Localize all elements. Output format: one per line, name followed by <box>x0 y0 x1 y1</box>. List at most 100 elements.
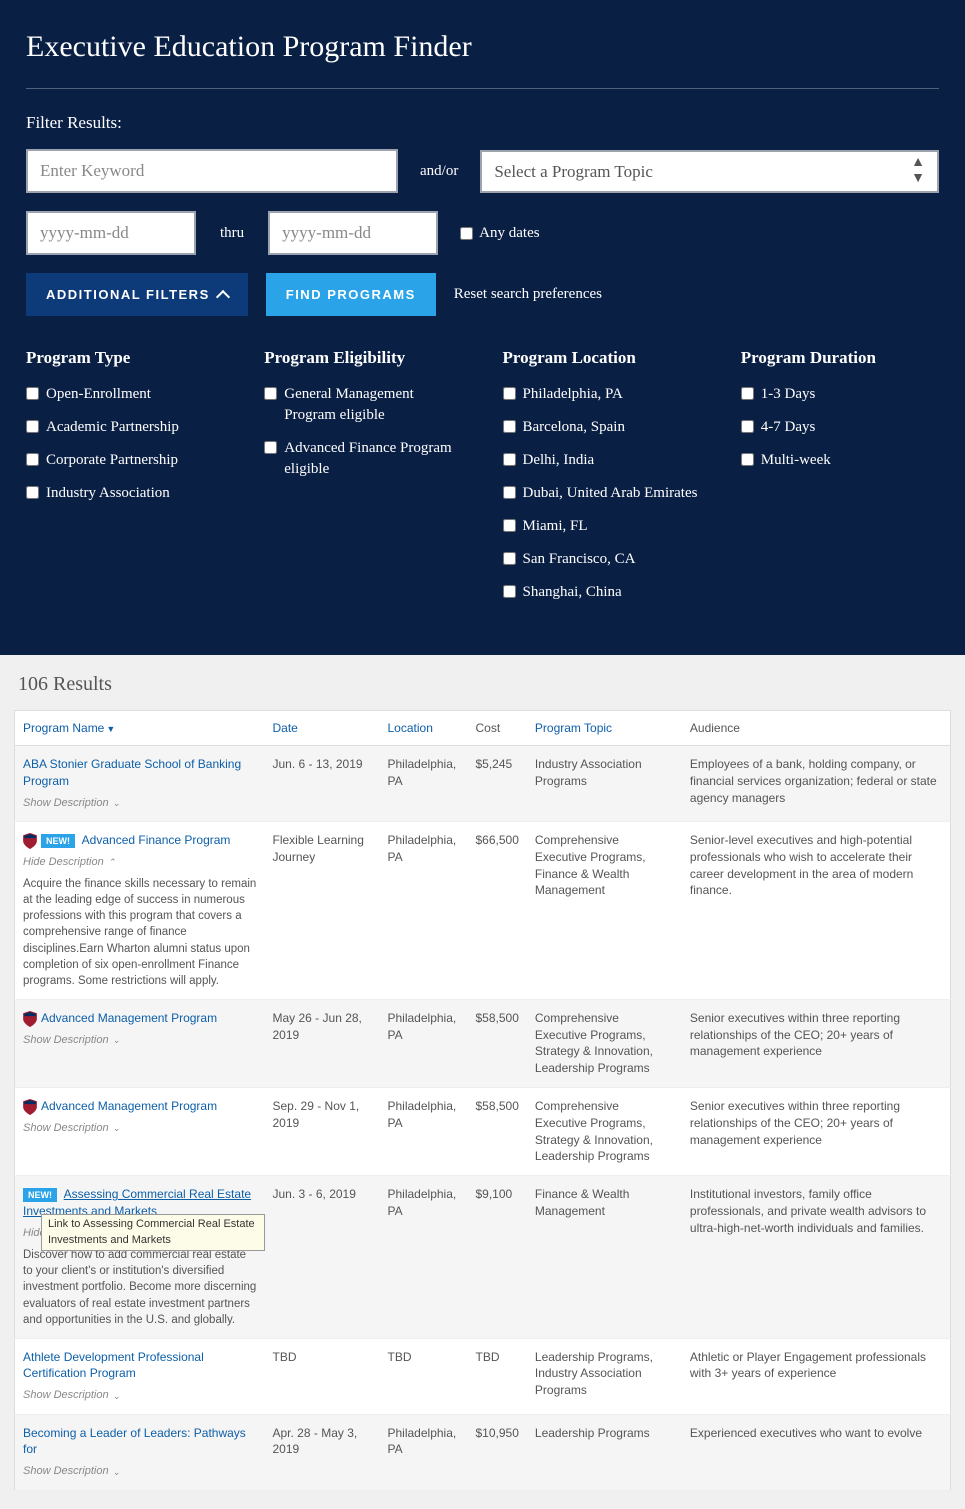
show-description-toggle[interactable]: Show Description ⌄ <box>23 1121 257 1136</box>
program-link[interactable]: Athlete Development Professional Certifi… <box>23 1350 204 1381</box>
caret-down-icon: ⌄ <box>113 1466 121 1479</box>
any-dates-checkbox[interactable] <box>460 227 473 240</box>
filter-checkbox-item[interactable]: 4-7 Days <box>741 417 939 438</box>
cell-audience: Experienced executives who want to evolv… <box>682 1414 951 1490</box>
filter-checkbox[interactable] <box>503 420 516 433</box>
filter-checkbox-item[interactable]: Philadelphia, PA <box>503 384 701 405</box>
filter-checkbox-item[interactable]: Corporate Partnership <box>26 450 224 471</box>
shield-icon <box>23 1099 37 1115</box>
sort-caret-icon: ▼ <box>106 724 115 734</box>
results-count: 106 Results <box>14 673 951 696</box>
program-description: Discover how to add commercial real esta… <box>23 1247 257 1327</box>
caret-down-icon: ⌄ <box>113 1034 121 1047</box>
program-link[interactable]: Becoming a Leader of Leaders: Pathways f… <box>23 1426 246 1457</box>
filter-checkbox[interactable] <box>264 387 277 400</box>
table-row: Becoming a Leader of Leaders: Pathways f… <box>15 1414 951 1490</box>
program-link[interactable]: ABA Stonier Graduate School of Banking P… <box>23 757 241 788</box>
cell-location: Philadelphia, PA <box>380 746 468 822</box>
cell-location: Philadelphia, PA <box>380 1088 468 1176</box>
filter-checkbox-item[interactable]: Advanced Finance Program eligible <box>264 438 462 480</box>
filter-checkbox[interactable] <box>26 486 39 499</box>
show-description-toggle[interactable]: Show Description ⌄ <box>23 1033 257 1048</box>
filter-checkbox-item[interactable]: Delhi, India <box>503 450 701 471</box>
cell-date: Flexible Learning Journey <box>265 821 380 999</box>
header-topic[interactable]: Program Topic <box>527 711 682 746</box>
page-title: Executive Education Program Finder <box>26 30 939 64</box>
filter-checkbox[interactable] <box>741 387 754 400</box>
show-description-toggle[interactable]: Show Description ⌄ <box>23 1388 257 1403</box>
cell-topic: Finance & Wealth Management <box>527 1176 682 1338</box>
additional-filters-button[interactable]: ADDITIONAL FILTERS <box>26 273 248 316</box>
find-programs-button[interactable]: FIND PROGRAMS <box>266 273 436 316</box>
cell-topic: Leadership Programs <box>527 1414 682 1490</box>
cell-audience: Senior executives within three reporting… <box>682 1088 951 1176</box>
cell-cost: $10,950 <box>468 1414 527 1490</box>
cell-date: TBD <box>265 1338 380 1414</box>
program-link[interactable]: Advanced Finance Program <box>82 833 231 847</box>
filter-checkbox-label: Advanced Finance Program eligible <box>284 438 462 480</box>
cell-topic: Comprehensive Executive Programs, Strate… <box>527 1088 682 1176</box>
filter-group-dur: Program Duration 1-3 Days 4-7 Days Multi-we… <box>741 348 939 615</box>
andor-label: and/or <box>410 163 468 180</box>
program-topic-select[interactable]: Select a Program Topic <box>480 150 939 193</box>
header-date[interactable]: Date <box>265 711 380 746</box>
program-link[interactable]: Advanced Management Program <box>41 1011 217 1025</box>
filter-checkbox[interactable] <box>503 486 516 499</box>
filter-checkbox-item[interactable]: Industry Association <box>26 483 224 504</box>
shield-icon <box>23 1011 37 1027</box>
cell-audience: Institutional investors, family office p… <box>682 1176 951 1338</box>
filter-checkbox-item[interactable]: Barcelona, Spain <box>503 417 701 438</box>
program-description: Acquire the finance skills necessary to … <box>23 876 257 989</box>
cell-topic: Industry Association Programs <box>527 746 682 822</box>
cell-audience: Athletic or Player Engagement profession… <box>682 1338 951 1414</box>
cell-topic: Comprehensive Executive Programs, Financ… <box>527 821 682 999</box>
filter-checkbox[interactable] <box>26 387 39 400</box>
caret-down-icon: ⌄ <box>113 1390 121 1403</box>
filter-group-title: Program Duration <box>741 348 939 368</box>
hide-description-toggle[interactable]: Hide Description ⌃ <box>23 855 257 870</box>
new-badge: NEW! <box>41 834 75 848</box>
filter-checkbox[interactable] <box>26 453 39 466</box>
any-dates-checkbox-wrap[interactable]: Any dates <box>460 225 539 242</box>
filter-checkbox-item[interactable]: Open-Enrollment <box>26 384 224 405</box>
cell-date: Jun. 3 - 6, 2019 <box>265 1176 380 1338</box>
header-program-name[interactable]: Program Name▼ <box>15 711 265 746</box>
filter-checkbox[interactable] <box>26 420 39 433</box>
new-badge: NEW! <box>23 1188 57 1202</box>
filter-checkbox[interactable] <box>741 420 754 433</box>
show-description-toggle[interactable]: Show Description ⌄ <box>23 796 257 811</box>
filter-checkbox[interactable] <box>503 585 516 598</box>
chevron-up-icon <box>216 289 230 303</box>
table-row: Athlete Development Professional Certifi… <box>15 1338 951 1414</box>
filter-checkbox-item[interactable]: San Francisco, CA <box>503 549 701 570</box>
filter-checkbox[interactable] <box>503 519 516 532</box>
cell-location: Philadelphia, PA <box>380 1176 468 1338</box>
link-tooltip: Link to Assessing Commercial Real Estate… <box>41 1214 265 1251</box>
filter-checkbox-item[interactable]: 1-3 Days <box>741 384 939 405</box>
reset-link[interactable]: Reset search preferences <box>454 286 602 303</box>
date-from-input[interactable] <box>26 211 196 255</box>
filter-checkbox-item[interactable]: Academic Partnership <box>26 417 224 438</box>
filter-checkbox[interactable] <box>503 387 516 400</box>
filter-checkbox-item[interactable]: Multi-week <box>741 450 939 471</box>
results-table: Program Name▼ Date Location Cost Program… <box>14 710 951 1491</box>
filter-checkbox-label: Corporate Partnership <box>46 450 178 471</box>
keyword-input[interactable] <box>26 149 398 193</box>
filter-checkbox-item[interactable]: Miami, FL <box>503 516 701 537</box>
filter-checkbox-item[interactable]: Dubai, United Arab Emirates <box>503 483 701 504</box>
show-description-toggle[interactable]: Show Description ⌄ <box>23 1464 257 1479</box>
filter-checkbox-item[interactable]: General Management Program eligible <box>264 384 462 426</box>
filter-checkbox[interactable] <box>264 441 277 454</box>
filter-checkbox-item[interactable]: Shanghai, China <box>503 582 701 603</box>
date-to-input[interactable] <box>268 211 438 255</box>
program-link[interactable]: Advanced Management Program <box>41 1099 217 1113</box>
cell-topic: Comprehensive Executive Programs, Strate… <box>527 999 682 1087</box>
filter-checkbox-label: Open-Enrollment <box>46 384 151 405</box>
header-location[interactable]: Location <box>380 711 468 746</box>
cell-cost: $58,500 <box>468 999 527 1087</box>
filter-checkbox[interactable] <box>741 453 754 466</box>
filter-checkbox[interactable] <box>503 453 516 466</box>
filter-checkbox[interactable] <box>503 552 516 565</box>
filter-checkbox-label: Multi-week <box>761 450 831 471</box>
filter-checkbox-label: 4-7 Days <box>761 417 816 438</box>
